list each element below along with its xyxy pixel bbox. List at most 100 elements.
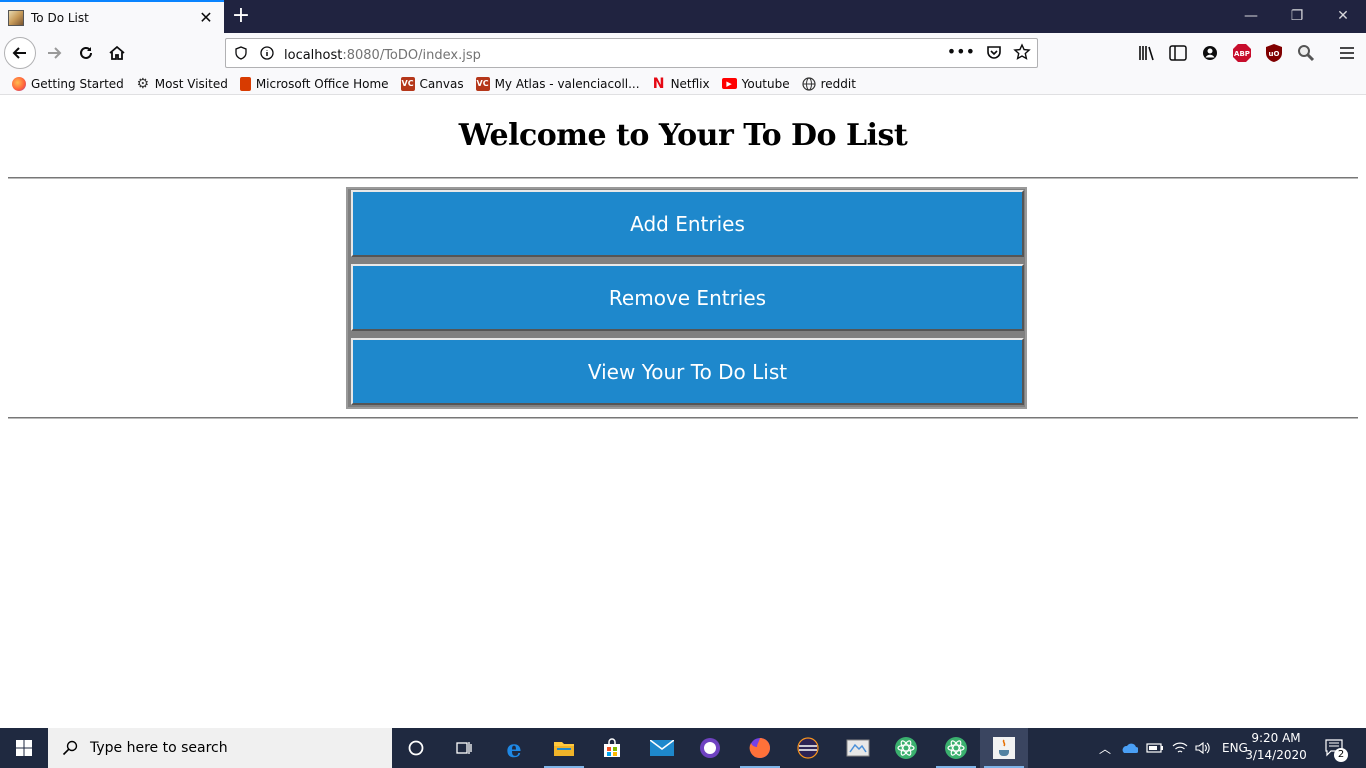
back-button[interactable]	[4, 37, 36, 69]
home-button[interactable]	[101, 37, 133, 69]
file-explorer-app[interactable]	[540, 728, 588, 768]
bookmark-reddit[interactable]: reddit	[802, 77, 856, 91]
bookmark-label: Netflix	[670, 76, 710, 91]
bookmark-youtube[interactable]: ▶ Youtube	[721, 76, 790, 91]
ublock-icon[interactable]: uO	[1264, 43, 1284, 63]
atom-icon	[895, 737, 917, 759]
menu-button-table: Add Entries Remove Entries View Your To …	[346, 187, 1027, 409]
page-content: Welcome to Your To Do List Add Entries R…	[0, 96, 1366, 728]
taskbar-search-box[interactable]: Type here to search	[48, 728, 392, 768]
navigation-toolbar: localhost:8080/ToDO/index.jsp ••• ABP uO	[0, 33, 1366, 73]
bookmarks-toolbar: Getting Started ⚙ Most Visited Microsoft…	[0, 73, 1366, 95]
volume-icon[interactable]	[1194, 741, 1212, 755]
search-placeholder: Type here to search	[90, 740, 228, 756]
forward-button[interactable]	[38, 37, 70, 69]
clock-time: 9:20 AM	[1251, 731, 1301, 745]
vc-icon: VC	[475, 76, 490, 91]
battery-icon[interactable]	[1146, 742, 1164, 754]
firefox-app[interactable]	[736, 728, 784, 768]
menu-icon[interactable]	[1337, 43, 1357, 63]
url-bar[interactable]: localhost:8080/ToDO/index.jsp •••	[225, 38, 1038, 68]
bookmark-my-atlas[interactable]: VC My Atlas - valenciacoll...	[475, 76, 640, 91]
pocket-icon[interactable]	[985, 43, 1003, 61]
bookmark-label: Microsoft Office Home	[255, 76, 389, 91]
edge-app[interactable]: e	[490, 728, 538, 768]
bottom-divider	[8, 417, 1358, 419]
bookmark-label: Most Visited	[154, 76, 228, 91]
cortana-icon	[408, 740, 424, 756]
search-icon	[62, 740, 78, 756]
github-desktop-app[interactable]	[686, 728, 734, 768]
browser-titlebar: To Do List ✕ + — ❐ ✕	[0, 0, 1366, 33]
action-center-button[interactable]: 2	[1322, 728, 1348, 768]
bookmark-label: Youtube	[741, 76, 790, 91]
url-text[interactable]: localhost:8080/ToDO/index.jsp	[284, 44, 481, 63]
bookmark-label: Getting Started	[31, 76, 124, 91]
close-window-button[interactable]: ✕	[1320, 0, 1366, 33]
wifi-icon[interactable]	[1172, 741, 1188, 755]
adblock-plus-icon[interactable]: ABP	[1232, 43, 1252, 63]
folder-icon	[554, 742, 574, 756]
shield-icon[interactable]	[234, 46, 248, 60]
atom-app-1[interactable]	[882, 728, 930, 768]
notification-badge: 2	[1334, 748, 1348, 762]
github-icon	[700, 738, 720, 758]
chevron-up-icon[interactable]: ︿	[1096, 740, 1114, 757]
bookmark-netflix[interactable]: N Netflix	[652, 75, 710, 92]
library-icon[interactable]	[1137, 43, 1157, 63]
office-icon	[239, 76, 251, 91]
task-view-icon	[456, 742, 472, 754]
onedrive-icon[interactable]	[1120, 742, 1138, 754]
globe-icon	[802, 76, 816, 91]
reload-button[interactable]	[70, 37, 102, 69]
store-app[interactable]	[588, 728, 636, 768]
paint-icon	[846, 739, 870, 757]
add-entries-button[interactable]: Add Entries	[351, 190, 1024, 257]
bookmark-most-visited[interactable]: ⚙ Most Visited	[136, 76, 228, 92]
task-view-button[interactable]	[440, 728, 488, 768]
page-title: Welcome to Your To Do List	[458, 118, 908, 153]
tab-todo-list[interactable]: To Do List ✕	[0, 0, 224, 33]
remove-entries-button[interactable]: Remove Entries	[351, 264, 1024, 331]
edge-icon: e	[506, 733, 522, 763]
account-icon[interactable]	[1200, 43, 1220, 63]
back-arrow-icon	[12, 47, 26, 59]
page-actions-icon[interactable]: •••	[947, 43, 975, 61]
clock[interactable]: 9:20 AM 3/14/2020	[1240, 730, 1312, 764]
bookmark-getting-started[interactable]: Getting Started	[12, 76, 124, 91]
bookmark-label: reddit	[820, 76, 856, 91]
minimize-button[interactable]: —	[1228, 0, 1274, 33]
url-host: localhost	[284, 47, 343, 63]
atom-icon	[945, 737, 967, 759]
forward-arrow-icon	[48, 47, 62, 59]
eclipse-icon	[797, 737, 819, 759]
new-tab-button[interactable]: +	[228, 3, 254, 29]
reload-icon	[80, 46, 92, 59]
cortana-button[interactable]	[392, 728, 440, 768]
view-todo-list-button[interactable]: View Your To Do List	[351, 338, 1024, 405]
start-button[interactable]	[0, 728, 48, 768]
bookmark-microsoft-office-home[interactable]: Microsoft Office Home	[239, 76, 389, 91]
java-app[interactable]	[980, 728, 1028, 768]
atom-app-2[interactable]	[932, 728, 980, 768]
top-divider	[8, 177, 1358, 179]
bookmark-canvas[interactable]: VC Canvas	[400, 76, 464, 91]
tab-close-icon[interactable]: ✕	[196, 8, 216, 27]
windows-logo-icon	[16, 740, 32, 756]
netflix-icon: N	[652, 75, 665, 92]
mail-app[interactable]	[638, 728, 686, 768]
bookmark-label: My Atlas - valenciacoll...	[494, 76, 640, 91]
abp-label: ABP	[1234, 50, 1250, 58]
url-path: :8080/ToDO/index.jsp	[342, 47, 481, 63]
firefox-icon	[749, 738, 770, 759]
restore-button[interactable]: ❐	[1274, 0, 1320, 33]
search-extension-icon[interactable]	[1296, 43, 1316, 63]
paint-app[interactable]	[834, 728, 882, 768]
info-icon[interactable]	[260, 46, 274, 60]
eclipse-app[interactable]	[784, 728, 832, 768]
mail-icon	[650, 740, 674, 756]
bookmark-label: Canvas	[419, 76, 464, 91]
bookmark-star-icon[interactable]	[1013, 43, 1031, 61]
windows-taskbar: Type here to search e ︿ ENG 9:20 AM 3/14…	[0, 728, 1366, 768]
sidebar-icon[interactable]	[1168, 43, 1188, 63]
